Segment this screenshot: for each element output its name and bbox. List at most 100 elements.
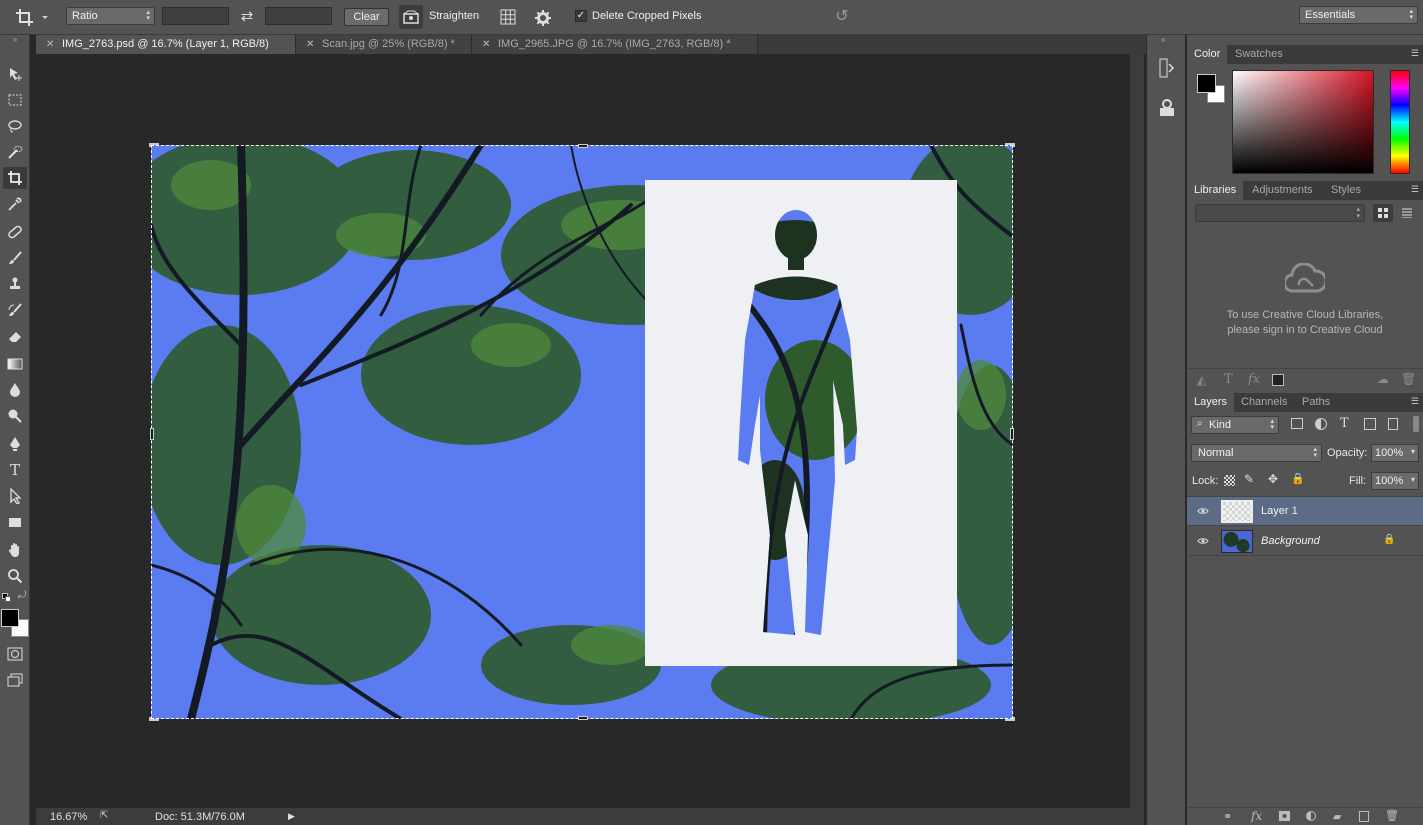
properties-panel-icon[interactable] [1157, 97, 1177, 119]
type-tool[interactable]: T [3, 459, 27, 481]
zoom-tool[interactable] [3, 565, 27, 587]
layer-filter-select[interactable]: ⌕ Kind ▴ ▾ [1191, 416, 1279, 434]
dodge-tool[interactable] [3, 405, 27, 427]
reset-icon[interactable]: ↺ [832, 6, 852, 26]
tab-paths[interactable]: Paths [1295, 393, 1337, 412]
tab-img-2965-jpg[interactable]: ✕ IMG_2965.JPG @ 16.7% (IMG_2763, RGB/8)… [472, 35, 758, 54]
marquee-tool[interactable] [3, 89, 27, 111]
grid-view-icon[interactable] [1373, 204, 1393, 222]
quick-select-tool[interactable] [3, 141, 27, 163]
lasso-tool[interactable] [3, 115, 27, 137]
tab-styles[interactable]: Styles [1324, 181, 1368, 200]
opacity-input[interactable]: 100% ▾ [1371, 444, 1419, 462]
hue-slider[interactable] [1390, 70, 1410, 174]
delete-cropped-checkbox[interactable]: ✓ [575, 10, 587, 22]
workspace-select[interactable]: Essentials ▴ ▾ [1299, 6, 1418, 24]
rectangle-tool[interactable] [3, 511, 27, 533]
hand-tool[interactable] [3, 539, 27, 561]
add-graphic-icon[interactable]: ◭ [1197, 373, 1206, 387]
ratio-width-input[interactable] [162, 7, 229, 25]
straighten-label[interactable]: Straighten [429, 10, 479, 22]
path-select-tool[interactable] [3, 485, 27, 507]
lock-transparent-icon[interactable] [1224, 475, 1235, 486]
delete-cropped-label[interactable]: Delete Cropped Pixels [592, 10, 701, 22]
close-tab-icon[interactable]: ✕ [306, 35, 314, 54]
lock-all-icon[interactable]: 🔒 [1291, 472, 1305, 485]
history-brush-tool[interactable] [3, 299, 27, 321]
crop-settings-gear-icon[interactable] [532, 8, 554, 28]
library-select[interactable]: ▴ ▾ [1195, 204, 1365, 222]
tab-img-2763-psd[interactable]: ✕ IMG_2763.psd @ 16.7% (Layer 1, RGB/8) [36, 35, 296, 54]
swap-icon[interactable]: ⇄ [236, 7, 258, 25]
foreground-color-swatch[interactable] [1, 609, 19, 627]
close-tab-icon[interactable]: ✕ [482, 35, 490, 54]
new-adjustment-layer-icon[interactable] [1306, 811, 1316, 821]
lock-position-icon[interactable]: ✥ [1268, 472, 1278, 486]
tab-color[interactable]: Color [1187, 45, 1228, 64]
straighten-icon[interactable] [399, 5, 423, 29]
cc-sync-icon[interactable]: ☁ [1377, 372, 1389, 386]
eraser-tool[interactable] [3, 325, 27, 347]
layer-style-fx-icon[interactable]: fx [1251, 809, 1262, 823]
layer-name[interactable]: Layer 1 [1261, 505, 1298, 517]
ratio-select[interactable]: Ratio ▴ ▾ [66, 7, 155, 25]
crop-tool[interactable] [3, 167, 27, 189]
tab-channels[interactable]: Channels [1234, 393, 1294, 412]
filter-shape-icon[interactable] [1364, 418, 1376, 430]
add-mask-icon[interactable] [1279, 811, 1290, 821]
layer-row-layer-1[interactable]: Layer 1 [1187, 497, 1423, 526]
lock-image-icon[interactable]: ✎ [1244, 472, 1254, 486]
add-text-icon[interactable]: T [1224, 372, 1233, 387]
overlay-grid-icon[interactable] [498, 8, 518, 26]
color-spectrum-field[interactable] [1232, 70, 1374, 174]
ratio-height-input[interactable] [265, 7, 332, 25]
status-menu-arrow-icon[interactable]: ▶ [288, 811, 295, 822]
blur-tool[interactable] [3, 379, 27, 401]
new-group-icon[interactable]: ▰ [1333, 810, 1341, 823]
stamp-tool[interactable] [3, 273, 27, 295]
zoom-level[interactable]: 16.67% [50, 811, 87, 823]
crop-tool-preset-icon[interactable] [14, 6, 48, 28]
clear-button[interactable]: Clear [344, 8, 389, 26]
filter-toggle-switch[interactable] [1413, 416, 1419, 432]
color-panel-foreground-swatch[interactable] [1197, 74, 1216, 93]
dock-collapse-icon[interactable]: « [1161, 35, 1165, 44]
add-fx-icon[interactable]: fx [1248, 372, 1260, 387]
history-panel-icon[interactable] [1157, 57, 1177, 79]
panel-menu-icon[interactable]: ☰ [1411, 393, 1419, 412]
move-tool[interactable] [3, 63, 27, 85]
link-layers-icon[interactable]: ⚭ [1223, 810, 1232, 823]
filter-pixel-icon[interactable] [1291, 418, 1303, 429]
eyedropper-tool[interactable] [3, 193, 27, 215]
tab-adjustments[interactable]: Adjustments [1245, 181, 1320, 200]
list-view-icon[interactable] [1397, 204, 1417, 222]
toolbar-collapse-icon[interactable]: » [2, 35, 28, 45]
delete-layer-icon[interactable]: 🗑 [1385, 809, 1399, 822]
new-layer-icon[interactable] [1359, 811, 1369, 822]
layer-row-background[interactable]: Background 🔒 [1187, 527, 1423, 556]
paper-layer[interactable] [645, 180, 957, 666]
pen-tool[interactable] [3, 433, 27, 455]
tab-swatches[interactable]: Swatches [1228, 45, 1290, 64]
panel-menu-icon[interactable]: ☰ [1411, 45, 1419, 64]
filter-smart-object-icon[interactable] [1388, 418, 1398, 430]
layer-visibility-eye-icon[interactable] [1197, 505, 1209, 517]
delete-library-item-icon[interactable]: 🗑 [1401, 372, 1416, 386]
layer-name[interactable]: Background [1261, 535, 1320, 547]
default-colors-icon[interactable] [2, 593, 11, 602]
blend-mode-select[interactable]: Normal ▴ ▾ [1191, 444, 1322, 462]
add-color-icon[interactable] [1272, 374, 1284, 386]
tab-layers[interactable]: Layers [1187, 393, 1235, 412]
screen-mode-button[interactable] [3, 669, 27, 691]
brush-tool[interactable] [3, 247, 27, 269]
close-tab-icon[interactable]: ✕ [46, 35, 54, 54]
healing-tool[interactable] [3, 221, 27, 243]
filter-type-icon[interactable]: T [1340, 416, 1349, 431]
filter-adjustment-icon[interactable] [1315, 418, 1327, 430]
swap-colors-icon[interactable]: ⤾ [18, 590, 26, 601]
share-icon[interactable]: ⇱ [100, 810, 108, 821]
tab-scan-jpg[interactable]: ✕ Scan.jpg @ 25% (RGB/8) * [296, 35, 472, 54]
vertical-scrollbar[interactable] [1130, 54, 1144, 808]
quick-mask-button[interactable] [3, 643, 27, 665]
tab-libraries[interactable]: Libraries [1187, 181, 1244, 200]
